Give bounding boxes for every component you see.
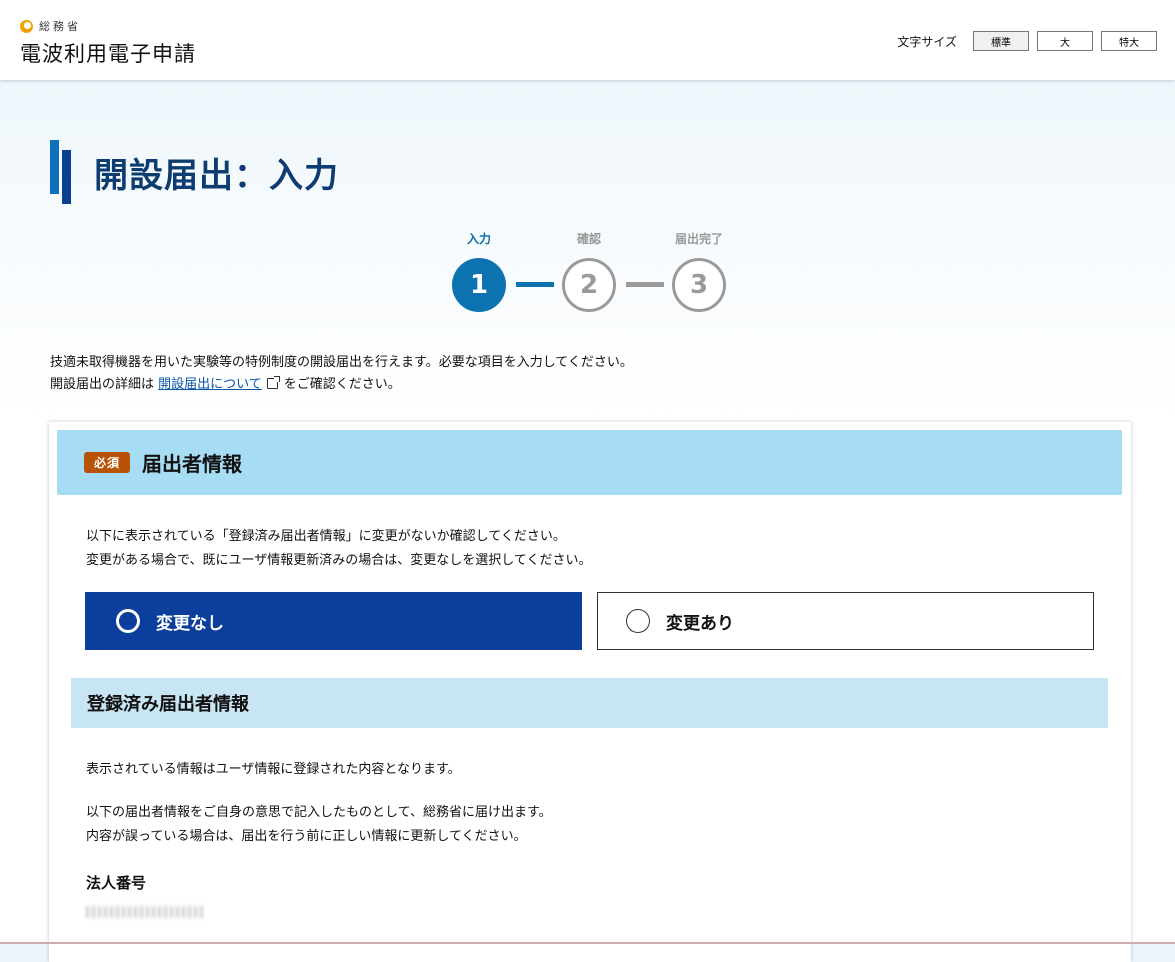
section-header-applicant: 必須 届出者情報 xyxy=(57,430,1122,495)
radio-circle-icon xyxy=(626,609,650,633)
section-description-line-1: 以下に表示されている「登録済み届出者情報」に変更がないか確認してください。 xyxy=(86,529,566,544)
intro-line-2-suffix: をご確認ください。 xyxy=(283,377,401,392)
font-size-switcher: 文字サイズ 標準 大 特大 xyxy=(897,31,1157,51)
intro-line-2-prefix: 開設届出の詳細は xyxy=(50,377,155,392)
registered-instructions: 以下の届出者情報をご自身の意思で記入したものとして、総務省に届け出ます。 内容が… xyxy=(86,801,552,849)
step-circle-2: 2 xyxy=(562,258,616,312)
intro-text: 技適未取得機器を用いた実験等の特例制度の開設届出を行えます。必要な項目を入力して… xyxy=(50,352,633,396)
step-label-confirm: 確認 xyxy=(576,232,601,246)
progress-stepper: 入力 確認 届出完了 1 2 3 xyxy=(452,228,728,312)
registered-instructions-line-1: 以下の届出者情報をご自身の意思で記入したものとして、総務省に届け出ます。 xyxy=(86,805,552,820)
page-title: 開設届出：入力 xyxy=(94,155,339,196)
font-size-xlarge-button[interactable]: 特大 xyxy=(1101,31,1157,51)
applicant-info-card: 必須 届出者情報 以下に表示されている「登録済み届出者情報」に変更がないか確認し… xyxy=(49,422,1131,962)
corporate-number-label: 法人番号 xyxy=(86,874,147,892)
radio-no-change[interactable]: 変更なし xyxy=(85,592,582,650)
title-accent-bars xyxy=(50,140,72,204)
radio-no-change-label: 変更なし xyxy=(156,613,224,634)
about-notification-link[interactable]: 開設届出について xyxy=(158,377,262,392)
intro-line-2: 開設届出の詳細は 開設届出について をご確認ください。 xyxy=(50,374,633,396)
site-header: 総務省 電波利用電子申請 文字サイズ 標準 大 特大 xyxy=(0,0,1175,80)
registered-note: 表示されている情報はユーザ情報に登録された内容となります。 xyxy=(86,762,461,777)
section-description: 以下に表示されている「登録済み届出者情報」に変更がないか確認してください。 変更… xyxy=(86,525,591,573)
radio-has-change-label: 変更あり xyxy=(666,613,734,634)
section-description-line-2: 変更がある場合で、既にユーザ情報更新済みの場合は、変更なしを選択してください。 xyxy=(86,553,592,568)
font-size-large-button[interactable]: 大 xyxy=(1037,31,1093,51)
step-label-complete: 届出完了 xyxy=(674,232,723,246)
font-size-standard-button[interactable]: 標準 xyxy=(973,31,1029,51)
ministry-mark-icon xyxy=(20,19,33,33)
external-link-icon xyxy=(266,376,280,389)
intro-line-1: 技適未取得機器を用いた実験等の特例制度の開設届出を行えます。必要な項目を入力して… xyxy=(50,355,633,370)
step-circle-1: 1 xyxy=(452,258,506,312)
ministry-name: 総務省 xyxy=(39,20,81,33)
registered-instructions-line-2: 内容が誤っている場合は、届出を行う前に正しい情報に更新してください。 xyxy=(86,829,527,844)
required-badge: 必須 xyxy=(84,452,131,473)
step-label-input: 入力 xyxy=(466,232,491,246)
radio-has-change[interactable]: 変更あり xyxy=(597,592,1094,650)
subsection-header-registered: 登録済み届出者情報 xyxy=(71,678,1108,728)
section-title: 届出者情報 xyxy=(142,452,243,476)
site-title[interactable]: 電波利用電子申請 xyxy=(20,38,196,68)
step-connector-2 xyxy=(626,282,664,287)
font-size-label: 文字サイズ xyxy=(897,34,957,49)
step-connector-1 xyxy=(516,282,554,287)
page-title-block: 開設届出：入力 xyxy=(50,140,339,204)
ministry-logo[interactable]: 総務省 xyxy=(20,18,81,34)
corporate-number-value-redacted xyxy=(86,906,204,918)
subsection-title: 登録済み届出者情報 xyxy=(87,694,249,715)
radio-circle-icon xyxy=(116,609,140,633)
step-circle-3: 3 xyxy=(672,258,726,312)
